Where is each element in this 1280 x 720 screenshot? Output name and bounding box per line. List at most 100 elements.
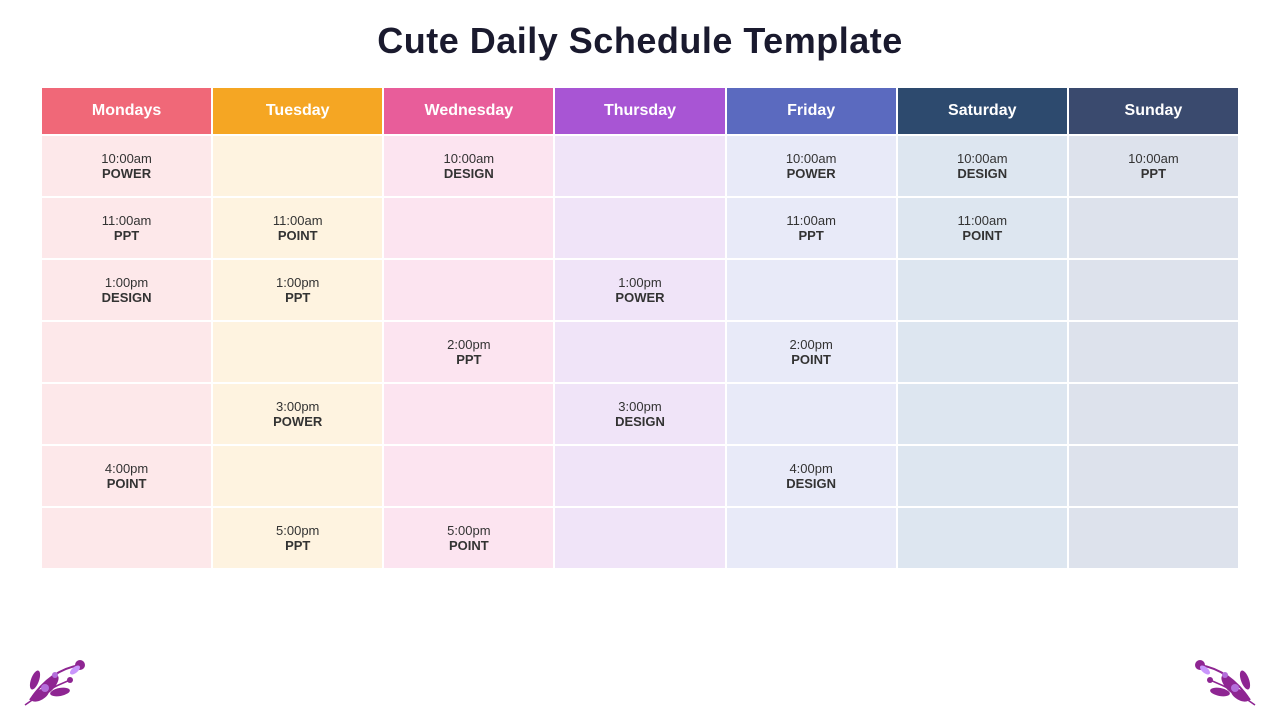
cell-time: 5:00pm <box>392 523 545 538</box>
cell-friday-1: 11:00amPPT <box>726 197 897 259</box>
header-monday: Mondays <box>41 87 212 135</box>
cell-label: POWER <box>50 166 203 181</box>
cell-wednesday-4 <box>383 383 554 445</box>
cell-time: 10:00am <box>50 151 203 166</box>
table-row: 11:00amPPT11:00amPOINT11:00amPPT11:00amP… <box>41 197 1239 259</box>
cell-label: POINT <box>906 228 1059 243</box>
cell-label: DESIGN <box>563 414 716 429</box>
cell-time: 5:00pm <box>221 523 374 538</box>
cell-monday-1: 11:00amPPT <box>41 197 212 259</box>
cell-label: DESIGN <box>906 166 1059 181</box>
cell-wednesday-3: 2:00pmPPT <box>383 321 554 383</box>
cell-time: 11:00am <box>735 213 888 228</box>
cell-time: 1:00pm <box>563 275 716 290</box>
cell-time: 2:00pm <box>735 337 888 352</box>
cell-time: 11:00am <box>50 213 203 228</box>
cell-monday-0: 10:00amPOWER <box>41 135 212 197</box>
cell-sunday-1 <box>1068 197 1239 259</box>
cell-sunday-6 <box>1068 507 1239 569</box>
cell-tuesday-4: 3:00pmPOWER <box>212 383 383 445</box>
cell-time: 4:00pm <box>50 461 203 476</box>
cell-label: DESIGN <box>50 290 203 305</box>
cell-time: 1:00pm <box>50 275 203 290</box>
cell-friday-0: 10:00amPOWER <box>726 135 897 197</box>
cell-thursday-5 <box>554 445 725 507</box>
cell-thursday-0 <box>554 135 725 197</box>
cell-label: PPT <box>735 228 888 243</box>
cell-saturday-0: 10:00amDESIGN <box>897 135 1068 197</box>
cell-time: 10:00am <box>906 151 1059 166</box>
cell-thursday-1 <box>554 197 725 259</box>
cell-label: POINT <box>735 352 888 367</box>
cell-time: 2:00pm <box>392 337 545 352</box>
cell-saturday-4 <box>897 383 1068 445</box>
cell-friday-4 <box>726 383 897 445</box>
cell-friday-6 <box>726 507 897 569</box>
cell-sunday-0: 10:00amPPT <box>1068 135 1239 197</box>
table-body: 10:00amPOWER10:00amDESIGN10:00amPOWER10:… <box>41 135 1239 569</box>
cell-label: POWER <box>563 290 716 305</box>
cell-thursday-6 <box>554 507 725 569</box>
cell-wednesday-1 <box>383 197 554 259</box>
cell-wednesday-5 <box>383 445 554 507</box>
cell-label: POINT <box>50 476 203 491</box>
cell-tuesday-2: 1:00pmPPT <box>212 259 383 321</box>
table-row: 10:00amPOWER10:00amDESIGN10:00amPOWER10:… <box>41 135 1239 197</box>
cell-label: PPT <box>221 538 374 553</box>
cell-time: 4:00pm <box>735 461 888 476</box>
cell-time: 10:00am <box>1077 151 1230 166</box>
cell-thursday-4: 3:00pmDESIGN <box>554 383 725 445</box>
cell-saturday-3 <box>897 321 1068 383</box>
cell-tuesday-3 <box>212 321 383 383</box>
cell-label: POWER <box>735 166 888 181</box>
cell-thursday-2: 1:00pmPOWER <box>554 259 725 321</box>
cell-label: POINT <box>392 538 545 553</box>
cell-wednesday-6: 5:00pmPOINT <box>383 507 554 569</box>
cell-wednesday-0: 10:00amDESIGN <box>383 135 554 197</box>
cell-label: PPT <box>221 290 374 305</box>
header-wednesday: Wednesday <box>383 87 554 135</box>
table-row: 1:00pmDESIGN1:00pmPPT1:00pmPOWER <box>41 259 1239 321</box>
floral-decoration-right <box>1180 650 1260 710</box>
cell-thursday-3 <box>554 321 725 383</box>
table-row: 4:00pmPOINT4:00pmDESIGN <box>41 445 1239 507</box>
cell-monday-3 <box>41 321 212 383</box>
cell-friday-5: 4:00pmDESIGN <box>726 445 897 507</box>
header-saturday: Saturday <box>897 87 1068 135</box>
header-friday: Friday <box>726 87 897 135</box>
cell-saturday-5 <box>897 445 1068 507</box>
header-tuesday: Tuesday <box>212 87 383 135</box>
cell-time: 10:00am <box>735 151 888 166</box>
cell-tuesday-1: 11:00amPOINT <box>212 197 383 259</box>
cell-label: POWER <box>221 414 374 429</box>
cell-monday-2: 1:00pmDESIGN <box>41 259 212 321</box>
cell-sunday-3 <box>1068 321 1239 383</box>
floral-decoration-left <box>20 650 100 710</box>
cell-label: PPT <box>1077 166 1230 181</box>
cell-time: 3:00pm <box>221 399 374 414</box>
page: Cute Daily Schedule Template MondaysTues… <box>0 0 1280 720</box>
cell-time: 1:00pm <box>221 275 374 290</box>
cell-label: DESIGN <box>392 166 545 181</box>
cell-friday-3: 2:00pmPOINT <box>726 321 897 383</box>
cell-sunday-5 <box>1068 445 1239 507</box>
cell-label: PPT <box>392 352 545 367</box>
cell-saturday-6 <box>897 507 1068 569</box>
table-row: 5:00pmPPT5:00pmPOINT <box>41 507 1239 569</box>
header-sunday: Sunday <box>1068 87 1239 135</box>
cell-time: 10:00am <box>392 151 545 166</box>
cell-monday-5: 4:00pmPOINT <box>41 445 212 507</box>
cell-label: DESIGN <box>735 476 888 491</box>
cell-wednesday-2 <box>383 259 554 321</box>
cell-sunday-2 <box>1068 259 1239 321</box>
cell-saturday-2 <box>897 259 1068 321</box>
schedule-table: MondaysTuesdayWednesdayThursdayFridaySat… <box>40 86 1240 570</box>
cell-time: 11:00am <box>906 213 1059 228</box>
cell-sunday-4 <box>1068 383 1239 445</box>
cell-tuesday-5 <box>212 445 383 507</box>
cell-monday-6 <box>41 507 212 569</box>
cell-tuesday-0 <box>212 135 383 197</box>
header-row: MondaysTuesdayWednesdayThursdayFridaySat… <box>41 87 1239 135</box>
cell-label: POINT <box>221 228 374 243</box>
table-row: 2:00pmPPT2:00pmPOINT <box>41 321 1239 383</box>
